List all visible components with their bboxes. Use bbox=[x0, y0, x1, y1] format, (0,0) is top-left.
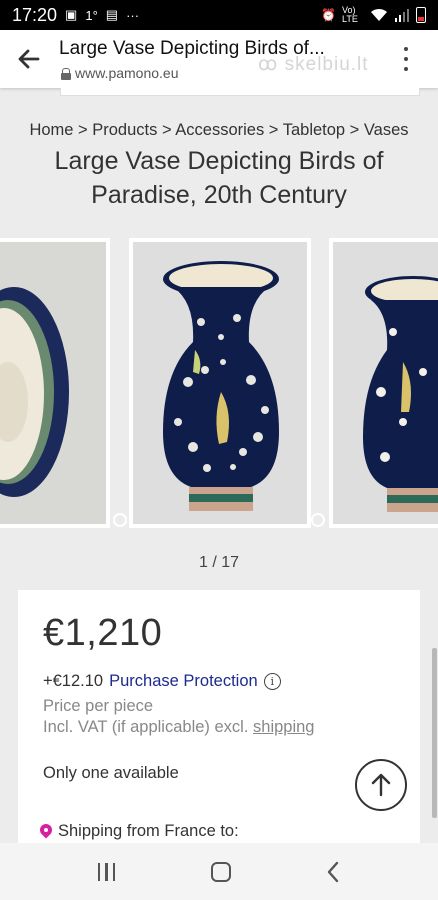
gallery-dot[interactable] bbox=[113, 513, 127, 527]
alarm-icon: ⏰ bbox=[321, 8, 336, 22]
image-icon: ▣ bbox=[65, 7, 78, 22]
vase-photo-front bbox=[133, 242, 307, 524]
status-more: ··· bbox=[126, 7, 140, 23]
system-nav-bar bbox=[0, 843, 438, 900]
lock-icon bbox=[61, 67, 71, 80]
gallery-counter: 1 / 17 bbox=[198, 554, 240, 571]
calendar-icon: ▤ bbox=[105, 7, 119, 22]
recents-icon[interactable] bbox=[97, 862, 116, 881]
gallery-dot[interactable] bbox=[311, 513, 325, 527]
location-pin-icon bbox=[40, 824, 52, 840]
status-bar: 17:20 ▣ 1° ▤ ··· ⏰ Vo) LTE bbox=[0, 0, 438, 30]
purchase-protection: +€12.10 Purchase Protection i bbox=[43, 672, 281, 691]
price-note: Price per piece bbox=[43, 697, 154, 715]
battery-icon bbox=[416, 7, 426, 23]
price-card: €1,210 +€12.10 Purchase Protection i Pri… bbox=[18, 590, 420, 850]
gallery-slide-next[interactable] bbox=[329, 238, 438, 528]
product-price: €1,210 bbox=[43, 612, 163, 654]
status-time: 17:20 bbox=[12, 4, 58, 25]
info-icon[interactable]: i bbox=[263, 673, 281, 690]
page-header-strip bbox=[60, 88, 420, 96]
more-vert-icon[interactable] bbox=[400, 47, 412, 71]
domain-text: www.pamono.eu bbox=[75, 65, 179, 81]
back-nav-icon[interactable] bbox=[326, 861, 340, 883]
arrow-left-icon[interactable] bbox=[16, 46, 42, 72]
url-domain[interactable]: www.pamono.eu bbox=[61, 65, 179, 81]
breadcrumb[interactable]: Home > Products > Accessories > Tabletop… bbox=[0, 121, 438, 140]
availability: Only one available bbox=[43, 764, 179, 782]
home-icon[interactable] bbox=[210, 861, 231, 882]
watermark: ꝏ skelbiu.lt bbox=[258, 54, 369, 75]
purchase-protection-link[interactable]: Purchase Protection bbox=[109, 672, 258, 691]
signal-icon bbox=[395, 9, 409, 22]
product-title: Large Vase Depicting Birds of Paradise, … bbox=[54, 147, 384, 209]
status-temperature: 1° bbox=[85, 7, 98, 23]
shipping-link[interactable]: shipping bbox=[253, 718, 314, 736]
browser-toolbar: Large Vase Depicting Birds of... www.pam… bbox=[0, 30, 438, 88]
shipping-from: Shipping from France to: bbox=[40, 822, 239, 841]
vase-photo-base bbox=[0, 242, 106, 524]
protection-amount: +€12.10 bbox=[43, 672, 104, 690]
wifi-icon bbox=[371, 8, 387, 21]
network-label: Vo) LTE bbox=[342, 5, 358, 24]
shipping-from-text: Shipping from France to: bbox=[58, 822, 239, 840]
vat-text: Incl. VAT (if applicable) excl. bbox=[43, 718, 249, 736]
gallery-slide-prev[interactable] bbox=[0, 238, 110, 528]
vase-photo-side bbox=[333, 242, 438, 524]
vat-note: Incl. VAT (if applicable) excl. shipping bbox=[43, 718, 314, 737]
scroll-to-top-button[interactable] bbox=[355, 759, 407, 811]
gallery-slide-current[interactable] bbox=[129, 238, 311, 528]
scrollbar[interactable] bbox=[432, 648, 437, 818]
image-gallery[interactable] bbox=[0, 238, 438, 530]
arrow-up-icon bbox=[371, 773, 391, 797]
